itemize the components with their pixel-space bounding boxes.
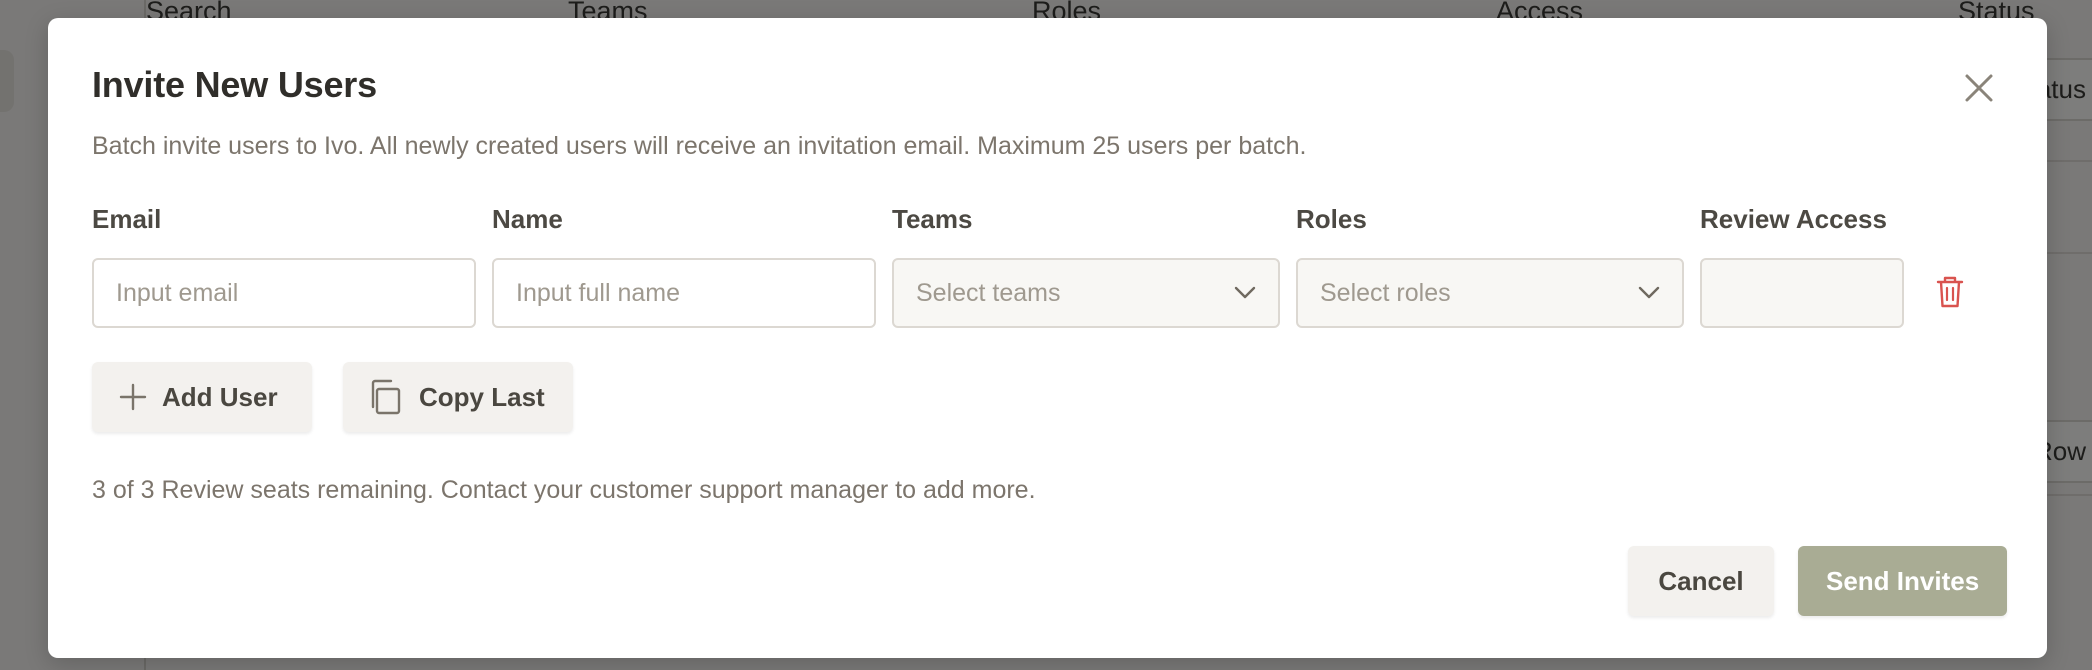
remove-user-button[interactable]	[1934, 274, 1966, 310]
invite-users-modal: Invite New Users Batch invite users to I…	[48, 18, 2047, 658]
review-access-label: Review Access	[1700, 204, 1887, 234]
add-user-label: Add User	[162, 381, 278, 412]
roles-select-placeholder: Select roles	[1320, 278, 1451, 307]
copy-icon	[367, 378, 405, 416]
name-input[interactable]	[492, 258, 876, 328]
review-access-field[interactable]	[1700, 258, 1904, 328]
cancel-button[interactable]: Cancel	[1628, 546, 1774, 616]
roles-select[interactable]: Select roles	[1296, 258, 1684, 328]
teams-select-placeholder: Select teams	[916, 278, 1061, 307]
close-icon	[1965, 74, 1993, 102]
close-button[interactable]	[1959, 68, 1999, 108]
copy-last-label: Copy Last	[419, 381, 545, 412]
copy-last-button[interactable]: Copy Last	[343, 362, 573, 432]
chevron-down-icon	[1234, 286, 1256, 299]
roles-label: Roles	[1296, 204, 1367, 234]
modal-title: Invite New Users	[92, 64, 377, 105]
email-input[interactable]	[92, 258, 476, 328]
trash-icon	[1936, 276, 1964, 308]
modal-description: Batch invite users to Ivo. All newly cre…	[92, 132, 1307, 160]
name-label: Name	[492, 204, 563, 234]
chevron-down-icon	[1638, 286, 1660, 299]
teams-label: Teams	[892, 204, 973, 234]
teams-select[interactable]: Select teams	[892, 258, 1280, 328]
review-seats-note: 3 of 3 Review seats remaining. Contact y…	[92, 476, 1036, 504]
email-label: Email	[92, 204, 162, 234]
send-invites-button[interactable]: Send Invites	[1798, 546, 2007, 616]
plus-icon	[118, 382, 148, 412]
add-user-button[interactable]: Add User	[92, 362, 312, 432]
